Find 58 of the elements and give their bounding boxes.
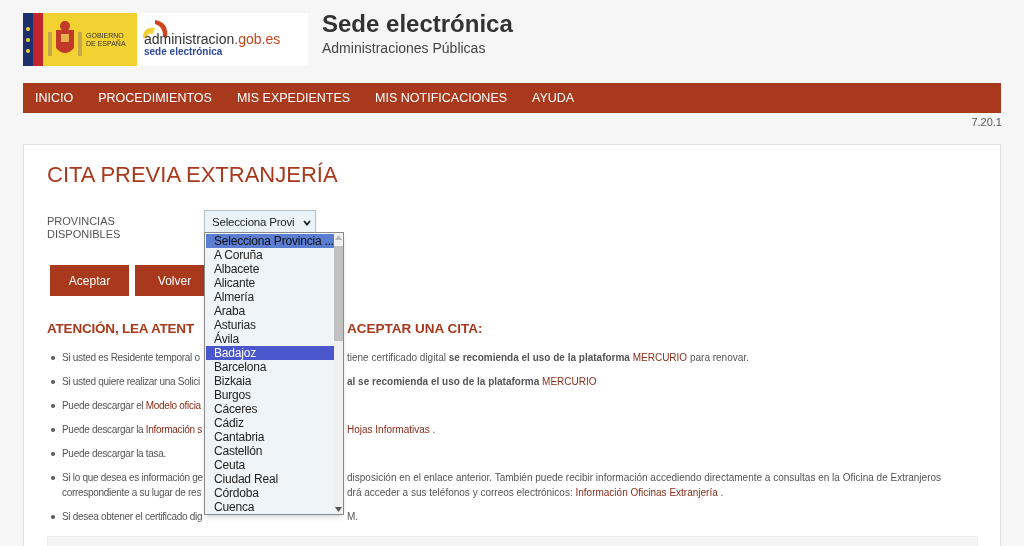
nav-link[interactable]: AYUDA [532, 88, 575, 108]
text-link[interactable]: Información Oficinas Extranjería [575, 487, 718, 498]
dropdown-option[interactable]: Cantabria [206, 430, 334, 444]
form-button[interactable]: Aceptar [50, 265, 129, 296]
bullet-text: correspondiente a su lugar de res [62, 487, 202, 498]
bullet-text: disposición en el enlace anterior. También puede recibir información accediendo directamente a consultas en la Oficina de Extranjeros [347, 472, 942, 483]
bullet-text: al se recomienda el uso de la plataforma [347, 376, 540, 387]
dropdown-option[interactable]: Ávila [206, 332, 334, 346]
field-label: PROVINCIAS DISPONIBLES [47, 214, 122, 242]
bullet-text: M. [347, 511, 359, 522]
dropdown-option[interactable]: Ciudad Real [206, 472, 334, 486]
dropdown-option[interactable]: A Coruña [206, 248, 334, 262]
dropdown-option[interactable]: Burgos [206, 388, 334, 402]
page-title: CITA PREVIA EXTRANJERÍA [47, 161, 339, 189]
dropdown-option[interactable]: Araba [206, 304, 334, 318]
nav-link[interactable]: MIS EXPEDIENTES [236, 88, 351, 108]
bullet-text: . [719, 487, 724, 498]
dropdown-option[interactable]: Ceuta [206, 458, 334, 472]
nav-link[interactable]: INICIO [35, 88, 74, 108]
nav-link[interactable]: PROCEDIMIENTOS [98, 88, 212, 108]
bullet-text: drá acceder a sus teléfonos y correos electrónicos: [347, 487, 573, 498]
bullet-text: . [431, 424, 436, 435]
logo-text: sede electrónica [144, 46, 224, 57]
scroll-up-icon [334, 235, 342, 240]
nav-link[interactable]: MIS NOTIFICACIONES [375, 88, 508, 108]
dropdown-option[interactable]: Cuenca [206, 500, 334, 514]
text-link[interactable]: Información s [145, 424, 202, 435]
logo-text: .gob.es [234, 31, 281, 47]
dropdown-option[interactable]: Córdoba [206, 486, 334, 500]
scroll-down-icon [334, 507, 342, 512]
text-link[interactable]: MERCURIO [542, 376, 597, 387]
text-link[interactable]: Hojas Informativas [347, 424, 430, 435]
bullet-text: Si lo que desea es información ge [62, 472, 203, 483]
bullet-text: Si desea obtener el certificado dig [62, 511, 203, 522]
dropdown-option[interactable]: Badajoz [206, 346, 334, 360]
bullet-text: Puede descargar la tasa. [62, 448, 166, 459]
chevron-down-icon [303, 220, 311, 226]
dropdown-option[interactable]: Bizkaia [206, 374, 334, 388]
version-label: 7.20.1 [971, 115, 1002, 130]
dropdown-option[interactable]: Castellón [206, 444, 334, 458]
bullet-text: Puede descargar el [62, 400, 144, 411]
dropdown-option[interactable]: Selecciona Provincia ... [206, 234, 334, 248]
dropdown-option[interactable]: Cáceres [206, 402, 334, 416]
text-link[interactable]: Modelo oficia [145, 400, 201, 411]
bullet-text: para renovar. [688, 352, 749, 363]
site-title: Sede electrónica [322, 9, 513, 39]
logo-text: administracion [144, 31, 235, 47]
dropdown-option[interactable]: Cádiz [206, 416, 334, 430]
notice-heading: ATENCIÓN, LEA ATENT [47, 321, 194, 336]
bullet-text: Puede descargar la [62, 424, 144, 435]
dropdown-option[interactable]: Barcelona [206, 360, 334, 374]
bullet-text: Si usted quiere realizar una Solici [62, 376, 200, 387]
bullet-text: tiene certificado digital se recomienda el uso de la plataforma [347, 352, 630, 363]
text-link[interactable]: MERCURIO [632, 352, 688, 363]
bullet-text: Si usted es Residente temporal o [62, 352, 200, 363]
notice-heading: ACEPTAR UNA CITA: [347, 320, 483, 338]
dropdown-option[interactable]: Asturias [206, 318, 334, 332]
site-subtitle: Administraciones Públicas [322, 39, 487, 57]
